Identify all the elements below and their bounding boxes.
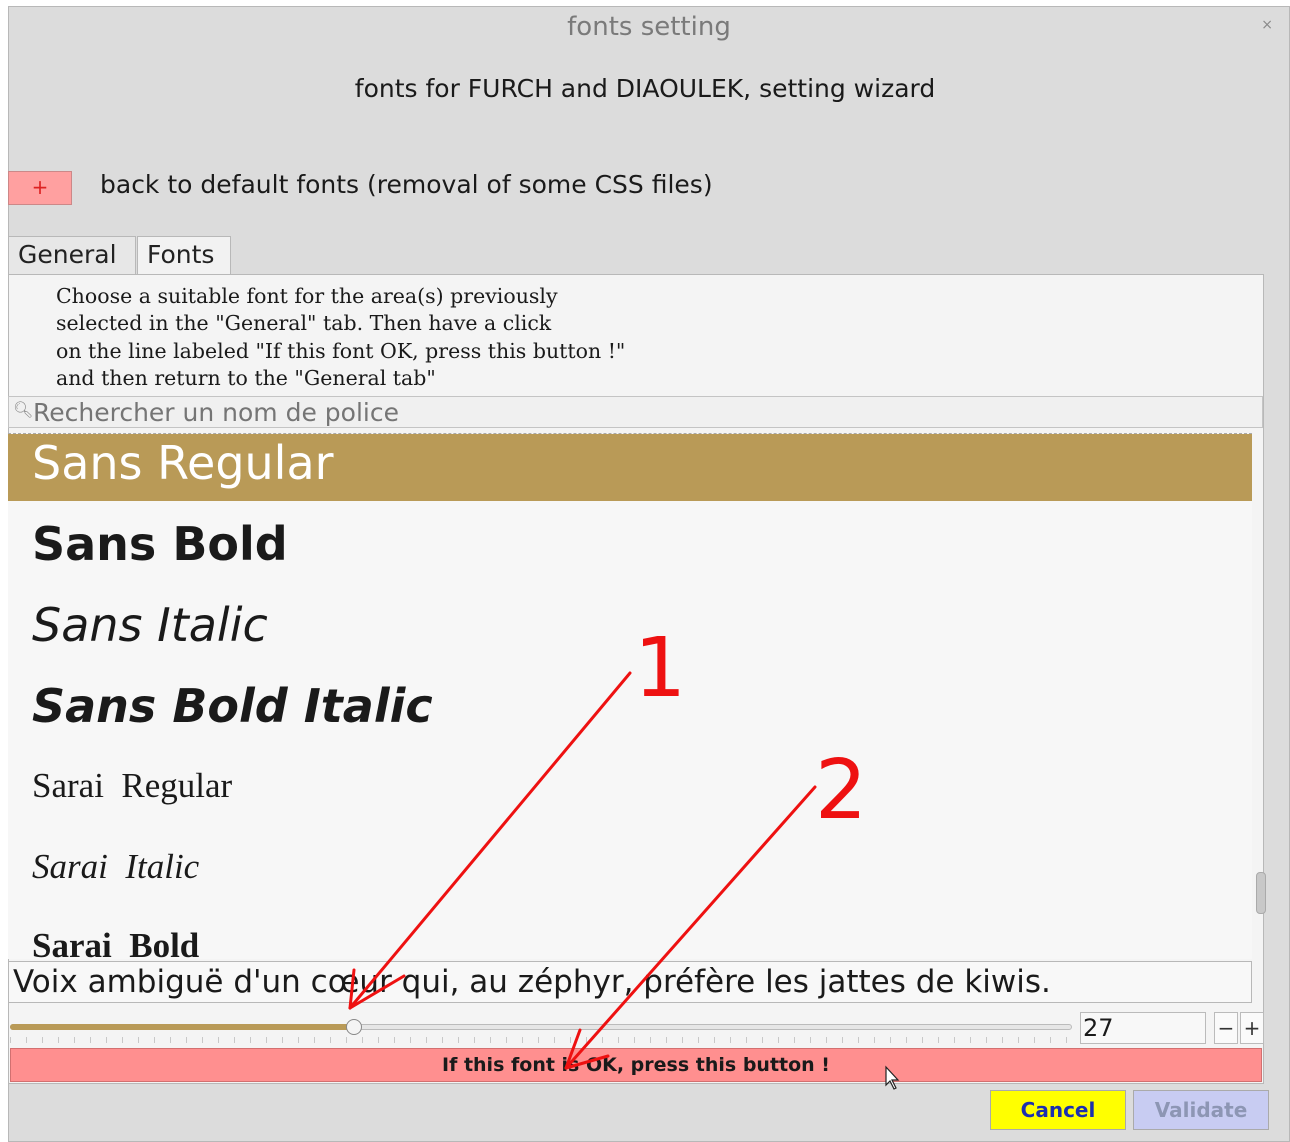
close-button[interactable]: × bbox=[1261, 17, 1273, 33]
font-list-scrollbar[interactable] bbox=[1253, 436, 1266, 959]
cancel-button[interactable]: Cancel bbox=[990, 1090, 1126, 1130]
slider-ticks bbox=[10, 1037, 1072, 1043]
font-list[interactable]: Sans Regular Sans Bold Sans Italic Sans … bbox=[8, 433, 1252, 959]
font-row-sans-bold-italic[interactable]: Sans Bold Italic bbox=[8, 663, 1252, 744]
reset-fonts-button[interactable]: + bbox=[8, 171, 72, 205]
font-ok-button[interactable]: If this font is OK, press this button ! bbox=[10, 1048, 1262, 1082]
font-row-sans-regular[interactable]: Sans Regular bbox=[8, 434, 1252, 501]
slider-fill bbox=[10, 1024, 350, 1030]
size-decrease-button[interactable]: − bbox=[1214, 1012, 1238, 1044]
font-name: Sarai Regular bbox=[32, 766, 233, 805]
tab-fonts[interactable]: Fonts bbox=[137, 236, 231, 274]
font-name: Sarai Italic bbox=[32, 847, 200, 886]
preview-text-field[interactable]: Voix ambiguë d'un cœur qui, au zéphyr, p… bbox=[8, 961, 1252, 1003]
font-search-box[interactable]: 🔍︎ bbox=[8, 396, 1263, 428]
slider-knob[interactable] bbox=[346, 1019, 362, 1035]
font-row-sarai-bold[interactable]: Sarai Bold bbox=[8, 906, 1252, 959]
size-increase-button[interactable]: + bbox=[1240, 1012, 1264, 1044]
font-row-sarai-regular[interactable]: Sarai Regular bbox=[8, 744, 1252, 825]
font-search-input[interactable] bbox=[33, 397, 1233, 427]
font-row-sans-italic[interactable]: Sans Italic bbox=[8, 582, 1252, 663]
wizard-subtitle: fonts for FURCH and DIAOULEK, setting wi… bbox=[354, 74, 936, 103]
font-name: Sarai Bold bbox=[32, 926, 200, 959]
font-name: Sans Italic bbox=[32, 598, 268, 652]
scrollbar-thumb[interactable] bbox=[1256, 872, 1266, 914]
font-name: Sans Regular bbox=[32, 436, 334, 490]
tab-general[interactable]: General bbox=[8, 236, 136, 274]
window-title: fonts setting bbox=[567, 12, 731, 42]
reset-fonts-label: back to default fonts (removal of some C… bbox=[100, 170, 713, 199]
preview-text: Voix ambiguë d'un cœur qui, au zéphyr, p… bbox=[13, 964, 1051, 1000]
font-size-slider[interactable] bbox=[10, 1015, 1072, 1045]
validate-button[interactable]: Validate bbox=[1133, 1090, 1269, 1130]
instructions-text[interactable]: Choose a suitable font for the area(s) p… bbox=[56, 283, 625, 392]
titlebar: fonts setting × bbox=[9, 7, 1289, 51]
font-row-sarai-italic[interactable]: Sarai Italic bbox=[8, 825, 1252, 906]
font-name: Sans Bold bbox=[32, 517, 288, 571]
font-row-sans-bold[interactable]: Sans Bold bbox=[8, 501, 1252, 582]
search-icon: 🔍︎ bbox=[13, 400, 34, 419]
font-name: Sans Bold Italic bbox=[32, 679, 433, 733]
font-size-field[interactable]: 27 bbox=[1080, 1012, 1206, 1044]
